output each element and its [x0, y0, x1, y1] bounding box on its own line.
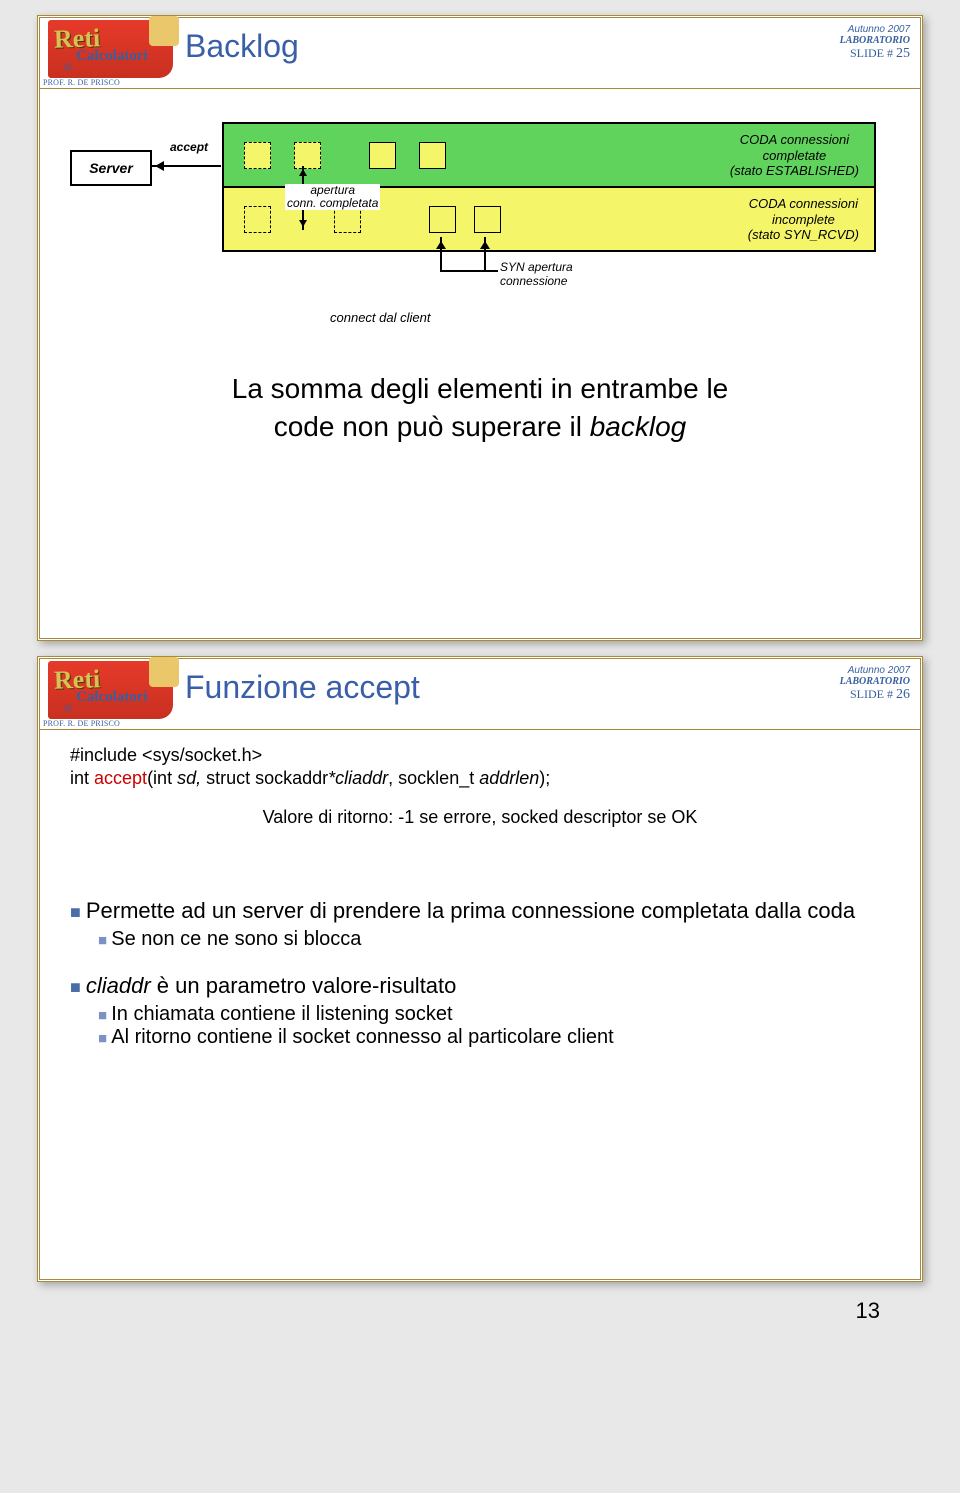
queue-slot — [419, 142, 446, 169]
slide-body: Server accept CODA connessioni completat… — [40, 90, 920, 638]
code-signature: int accept(int sd, struct sockaddr*cliad… — [70, 768, 890, 789]
queue-slot — [369, 142, 396, 169]
bullet-2b: Al ritorno contiene il socket connesso a… — [98, 1026, 890, 1049]
queue-established: CODA connessioni completate (stato ESTAB… — [224, 124, 874, 188]
slide-header: Reti di Calcolatori PROF. R. DE PRISCO F… — [40, 659, 920, 730]
server-box: Server — [70, 150, 152, 186]
bullet-1: Permette ad un server di prendere la pri… — [70, 898, 890, 951]
queue-slot — [429, 206, 456, 233]
logo: Reti di Calcolatori — [48, 661, 173, 719]
arrow-accept — [151, 165, 221, 167]
apertura-arrow-down — [302, 210, 304, 230]
queue-slot — [474, 206, 501, 233]
apertura-label: apertura conn. completata — [285, 184, 380, 210]
header-meta: Autunno 2007 LABORATORIO SLIDE # 26 — [840, 665, 910, 703]
bullet-1a: Se non ce ne sono si blocca — [98, 928, 890, 951]
slide-num: 26 — [896, 687, 910, 702]
logo: Reti di Calcolatori — [48, 20, 173, 78]
queue-established-label: CODA connessioni completate (stato ESTAB… — [730, 132, 859, 179]
bullet-list: Permette ad un server di prendere la pri… — [70, 898, 890, 1049]
syn-arrow-2 — [484, 237, 486, 271]
code-include: #include <sys/socket.h> — [70, 745, 890, 766]
prof-label: PROF. R. DE PRISCO — [43, 78, 120, 87]
logo-text-di: di — [64, 62, 72, 73]
slide-title: Funzione accept — [185, 669, 420, 706]
bullet-2: cliaddr è un parametro valore-risultato … — [70, 973, 890, 1049]
connect-label: connect dal client — [330, 310, 430, 325]
backlog-diagram: Server accept CODA connessioni completat… — [70, 122, 890, 332]
syn-arrow-h — [440, 270, 498, 272]
logo-text-2: Calcolatori — [76, 48, 148, 65]
slide-num-label: SLIDE # — [850, 687, 893, 701]
lab-label: LABORATORIO — [840, 676, 910, 687]
syn-arrow-1 — [440, 237, 442, 271]
slide-accept: Reti di Calcolatori PROF. R. DE PRISCO F… — [37, 656, 923, 1282]
header-meta: Autunno 2007 LABORATORIO SLIDE # 25 — [840, 24, 910, 62]
accept-label: accept — [170, 140, 208, 154]
queue-syn-label: CODA connessioni incomplete (stato SYN_R… — [748, 196, 859, 243]
logo-text-2: Calcolatori — [76, 689, 148, 706]
bullet-2a: In chiamata contiene il listening socket — [98, 1003, 890, 1026]
apertura-arrow-up — [302, 166, 304, 186]
logo-text-di: di — [64, 703, 72, 714]
queue-slot — [244, 142, 271, 169]
crest-icon — [149, 657, 179, 687]
prof-label: PROF. R. DE PRISCO — [43, 719, 120, 728]
lab-label: LABORATORIO — [840, 35, 910, 46]
slide-body: #include <sys/socket.h> int accept(int s… — [40, 731, 920, 1279]
slide-header: Reti di Calcolatori PROF. R. DE PRISCO B… — [40, 18, 920, 89]
slide-title: Backlog — [185, 28, 299, 65]
queue-slot — [244, 206, 271, 233]
season-label: Autunno 2007 — [840, 24, 910, 35]
slide-num-label: SLIDE # — [850, 46, 893, 60]
crest-icon — [149, 16, 179, 46]
slide-backlog: Reti di Calcolatori PROF. R. DE PRISCO B… — [37, 15, 923, 641]
page-number: 13 — [856, 1298, 880, 1324]
syn-label: SYN apertura connessione — [500, 260, 573, 288]
main-statement: La somma degli elementi in entrambe le c… — [40, 370, 920, 446]
season-label: Autunno 2007 — [840, 665, 910, 676]
slide-num: 25 — [896, 46, 910, 61]
return-value: Valore di ritorno: -1 se errore, socked … — [70, 807, 890, 828]
